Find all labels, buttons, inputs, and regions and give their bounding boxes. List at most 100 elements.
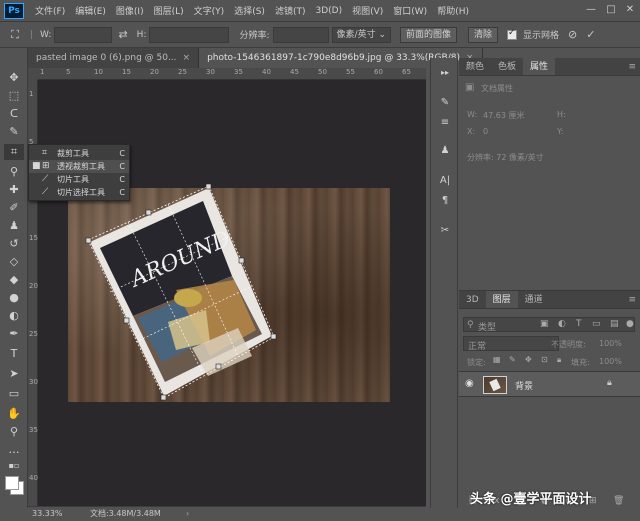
path-selection-tool-icon[interactable]: ➤ <box>4 366 24 382</box>
crop-handle[interactable] <box>123 317 130 324</box>
panel-menu-icon[interactable]: ≡ <box>628 291 640 308</box>
menu-type[interactable]: 文字(Y) <box>189 4 230 17</box>
layer-row-background[interactable]: ◉ 背景 🔒︎ <box>459 371 640 397</box>
fill-value[interactable]: 100% <box>599 357 622 366</box>
menu-window[interactable]: 窗口(W) <box>388 4 432 17</box>
delete-layer-icon[interactable]: 🗑︎ <box>613 496 624 506</box>
crop-tool-icon[interactable]: ⌗ <box>4 144 24 160</box>
tab-pasted-image[interactable]: pasted image 0 (6).png @ 50... × <box>28 48 200 68</box>
menu-file[interactable]: 文件(F) <box>30 4 70 17</box>
width-input[interactable] <box>54 26 113 43</box>
eyedropper-tool-icon[interactable]: ⚲ <box>4 164 24 180</box>
unit-select[interactable]: 像素/英寸 ⌄ <box>331 26 391 43</box>
filter-toggle-icon[interactable]: ● <box>626 319 634 329</box>
opacity-value[interactable]: 100% <box>599 339 622 348</box>
menu-help[interactable]: 帮助(H) <box>432 4 474 17</box>
dodge-tool-icon[interactable]: ◐ <box>4 308 24 324</box>
tab-properties[interactable]: 属性 <box>523 58 556 75</box>
swap-colors-icon[interactable]: ▪▫ <box>4 458 24 474</box>
resolution-input[interactable] <box>272 26 329 43</box>
brush-tool-icon[interactable]: ✐ <box>4 200 24 216</box>
tab-color[interactable]: 颜色 <box>459 58 491 75</box>
swap-icon[interactable]: ⇄ <box>118 28 127 41</box>
crop-handle[interactable] <box>238 257 245 264</box>
clone-source-panel-icon[interactable]: ♟ <box>437 144 453 158</box>
filter-kind-select[interactable]: 类型 <box>478 320 496 333</box>
history-panel-icon[interactable]: ✎ <box>437 96 453 110</box>
filter-smart-object-icon[interactable]: ▤ <box>610 319 619 329</box>
menu-edit[interactable]: 编辑(E) <box>70 4 111 17</box>
eraser-tool-icon[interactable]: ◇ <box>4 254 24 270</box>
type-tool-icon[interactable]: T <box>4 346 24 362</box>
panel-menu-icon[interactable]: ≡ <box>628 58 640 75</box>
menu-filter[interactable]: 滤镜(T) <box>270 4 311 17</box>
lock-pixels-icon[interactable]: ✎ <box>509 355 516 364</box>
status-menu-arrow-icon[interactable]: › <box>186 507 189 521</box>
filter-adjustment-icon[interactable]: ◐ <box>558 319 566 329</box>
lock-transparency-icon[interactable]: ▦ <box>493 355 501 364</box>
commit-crop-icon[interactable]: ✓ <box>586 28 595 41</box>
character-panel-icon[interactable]: A| <box>437 174 453 188</box>
collapse-icon[interactable]: ▸▸ <box>437 66 453 80</box>
lock-all-icon[interactable]: 🔒︎ <box>557 355 561 365</box>
maximize-icon[interactable]: □ <box>604 3 618 17</box>
lock-artboard-icon[interactable]: ⊡ <box>541 355 548 364</box>
zoom-tool-icon[interactable]: ⚲ <box>4 424 24 440</box>
quick-select-tool-icon[interactable]: ✎ <box>4 124 24 140</box>
hand-tool-icon[interactable]: ✋ <box>4 406 24 422</box>
clone-stamp-tool-icon[interactable]: ♟ <box>4 218 24 234</box>
cancel-crop-icon[interactable]: ⊘ <box>568 28 577 41</box>
paint-bucket-tool-icon[interactable]: ◆ <box>4 272 24 288</box>
crop-handle[interactable] <box>145 209 152 216</box>
more-tools-icon[interactable]: … <box>4 442 24 458</box>
lasso-tool-icon[interactable]: ᑕ <box>4 106 24 122</box>
menu-view[interactable]: 视图(V) <box>347 4 388 17</box>
tab-layers[interactable]: 图层 <box>485 291 518 308</box>
tab-channels[interactable]: 通道 <box>518 291 550 308</box>
healing-brush-tool-icon[interactable]: ✚ <box>4 182 24 198</box>
menu-3d[interactable]: 3D(D) <box>310 6 347 16</box>
front-image-button[interactable]: 前面的图像 <box>399 26 457 43</box>
minimize-icon[interactable]: — <box>584 3 598 17</box>
tab-3d[interactable]: 3D <box>459 291 486 308</box>
crop-handle[interactable] <box>160 394 167 401</box>
crop-handle[interactable] <box>215 363 222 370</box>
filter-pixel-icon[interactable]: ▣ <box>540 319 549 329</box>
flyout-slice-select-tool[interactable]: ⟋ 切片选择工具 C <box>29 186 129 199</box>
adjustments-panel-icon[interactable]: ≡ <box>437 116 453 130</box>
foreground-color-swatch[interactable] <box>5 476 19 490</box>
crop-handle[interactable] <box>270 333 277 340</box>
crop-handle[interactable] <box>205 183 212 190</box>
flyout-slice-tool[interactable]: ⟋ 切片工具 C <box>29 173 129 186</box>
blend-mode-select[interactable]: 正常 <box>463 336 559 352</box>
crop-handle[interactable] <box>85 237 92 244</box>
menu-layer[interactable]: 图层(L) <box>149 4 189 17</box>
height-input[interactable] <box>149 26 230 43</box>
move-tool-icon[interactable]: ✥ <box>4 70 24 86</box>
menu-select[interactable]: 选择(S) <box>229 4 270 17</box>
layer-name[interactable]: 背景 <box>515 379 533 392</box>
horizontal-ruler[interactable]: 1 5 10 15 20 25 30 35 40 45 50 55 60 65 <box>38 68 426 80</box>
filter-type-icon[interactable]: T <box>576 319 582 329</box>
flyout-crop-tool[interactable]: ⌗ 裁剪工具 C <box>29 147 129 160</box>
flyout-perspective-crop-tool[interactable]: ■ ⊞ 透视裁剪工具 C <box>29 160 129 173</box>
pen-tool-icon[interactable]: ✒ <box>4 326 24 342</box>
crop-tool-preset-icon[interactable]: ⛶ <box>6 27 24 43</box>
blur-tool-icon[interactable]: ● <box>4 290 24 306</box>
show-grid-checkbox[interactable] <box>507 28 518 40</box>
close-tab-icon[interactable]: × <box>183 53 191 63</box>
history-brush-tool-icon[interactable]: ↺ <box>4 236 24 252</box>
tab-swatches[interactable]: 色板 <box>491 58 523 75</box>
zoom-level[interactable]: 33.33% <box>32 507 63 521</box>
rectangle-tool-icon[interactable]: ▭ <box>4 386 24 402</box>
marquee-tool-icon[interactable]: ⬚ <box>4 88 24 104</box>
close-window-icon[interactable]: ✕ <box>623 3 637 17</box>
paragraph-panel-icon[interactable]: ¶ <box>437 194 453 208</box>
filter-shape-icon[interactable]: ▭ <box>592 319 601 329</box>
clear-button[interactable]: 清除 <box>468 26 499 43</box>
menu-image[interactable]: 图像(I) <box>111 4 149 17</box>
tool-presets-panel-icon[interactable]: ✂ <box>437 224 453 238</box>
visibility-eye-icon[interactable]: ◉ <box>465 378 474 389</box>
lock-position-icon[interactable]: ✥ <box>525 355 532 364</box>
options-bar: ⛶ | W: ⇄ H: 分辨率: 像素/英寸 ⌄ 前面的图像 清除 显示网格 ⊘… <box>0 22 640 48</box>
